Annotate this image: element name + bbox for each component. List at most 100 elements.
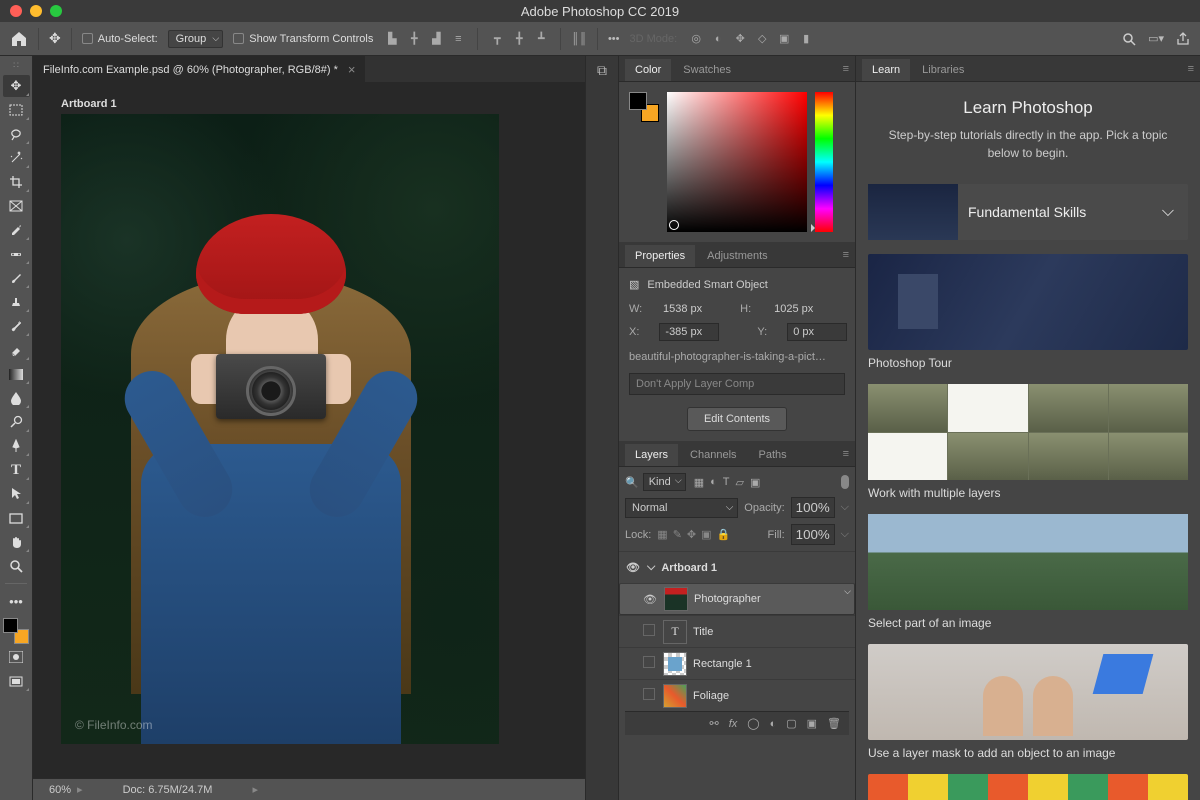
show-transform-checkbox[interactable]: Show Transform Controls <box>233 33 373 45</box>
opacity-input[interactable] <box>791 497 835 518</box>
tutorial-card-layers[interactable]: Work with multiple layers <box>868 384 1188 500</box>
panel-grip-icon[interactable]: ∷ <box>0 58 32 73</box>
layer-thumbnail[interactable]: T <box>663 620 687 644</box>
filter-toggle[interactable] <box>841 475 849 489</box>
layer-filter-kind[interactable]: Kind <box>643 473 686 491</box>
group-layers-icon[interactable]: ▢ <box>786 717 796 730</box>
close-tab-icon[interactable]: × <box>348 62 356 77</box>
pen-tool[interactable] <box>3 435 30 457</box>
visibility-icon[interactable] <box>641 688 657 703</box>
lock-paint-icon[interactable]: ✎ <box>673 528 682 541</box>
layer-thumbnail[interactable] <box>663 652 687 676</box>
lock-all-icon[interactable]: 🔒 <box>717 528 731 541</box>
tutorial-card-mask[interactable]: Use a layer mask to add an object to an … <box>868 644 1188 760</box>
home-icon[interactable] <box>10 30 28 48</box>
artboard-label[interactable]: Artboard 1 <box>61 98 557 110</box>
filter-adjustment-icon[interactable]: ◐ <box>710 476 717 489</box>
doc-size[interactable]: Doc: 6.75M/24.7M <box>123 784 213 796</box>
search-icon[interactable] <box>1122 32 1136 46</box>
move-tool[interactable]: ✥ <box>3 75 30 97</box>
filter-shape-icon[interactable]: ▱ <box>736 476 744 489</box>
document-tab[interactable]: FileInfo.com Example.psd @ 60% (Photogra… <box>33 56 365 82</box>
share-icon[interactable] <box>1176 32 1190 46</box>
blur-tool[interactable] <box>3 387 30 409</box>
layer-photographer[interactable]: 👁 Photographer <box>619 583 855 615</box>
clone-stamp-tool[interactable] <box>3 291 30 313</box>
zoom-value[interactable]: 60%▸ <box>49 783 83 796</box>
panel-menu-icon[interactable]: ≡ <box>843 448 849 460</box>
rectangle-tool[interactable] <box>3 507 30 529</box>
delete-layer-icon[interactable]: 🗑 <box>827 717 841 730</box>
move-tool-icon[interactable]: ✥ <box>49 30 61 47</box>
history-brush-tool[interactable] <box>3 315 30 337</box>
tab-swatches[interactable]: Swatches <box>673 59 741 81</box>
filter-type-icon[interactable]: T <box>723 476 730 489</box>
magic-wand-tool[interactable] <box>3 147 30 169</box>
edit-contents-button[interactable]: Edit Contents <box>687 407 787 431</box>
path-selection-tool[interactable] <box>3 483 30 505</box>
new-layer-icon[interactable]: ▣ <box>807 717 817 730</box>
crop-tool[interactable] <box>3 171 30 193</box>
auto-select-dropdown[interactable]: Group <box>168 30 224 48</box>
y-input[interactable] <box>787 323 847 341</box>
layer-style-icon[interactable]: fx <box>729 718 738 730</box>
more-options-icon[interactable]: ••• <box>608 33 620 45</box>
panel-menu-icon[interactable]: ≡ <box>1188 63 1194 75</box>
filter-pixel-icon[interactable]: ▦ <box>694 476 704 489</box>
align-middle-icon[interactable]: ╋ <box>510 30 528 48</box>
layer-comp-dropdown[interactable]: Don't Apply Layer Comp <box>629 373 845 395</box>
history-panel-icon[interactable]: ⧉ <box>597 62 607 800</box>
fill-input[interactable] <box>791 524 835 545</box>
color-swatch-pair[interactable] <box>629 92 659 122</box>
link-layers-icon[interactable]: ⚯ <box>709 717 718 730</box>
quick-mask-icon[interactable] <box>3 646 30 668</box>
status-flyout-icon[interactable]: ▸ <box>252 783 258 796</box>
panel-menu-icon[interactable]: ≡ <box>843 63 849 75</box>
tutorial-card-next[interactable] <box>868 774 1188 800</box>
align-top-icon[interactable]: ┳ <box>488 30 506 48</box>
auto-select-checkbox[interactable]: Auto-Select: <box>82 33 158 45</box>
align-bottom-icon[interactable]: ┻ <box>532 30 550 48</box>
tab-properties[interactable]: Properties <box>625 245 695 267</box>
visibility-icon[interactable]: 👁 <box>642 593 658 606</box>
align-left-icon[interactable]: ▙ <box>383 30 401 48</box>
zoom-tool[interactable] <box>3 555 30 577</box>
artboard[interactable]: © FileInfo.com <box>61 114 499 744</box>
brush-tool[interactable] <box>3 267 30 289</box>
tab-paths[interactable]: Paths <box>749 444 797 466</box>
blend-mode-dropdown[interactable]: Normal <box>625 498 738 518</box>
layer-title[interactable]: T Title <box>619 615 855 647</box>
tab-layers[interactable]: Layers <box>625 444 678 466</box>
tab-color[interactable]: Color <box>625 59 671 81</box>
layer-rectangle[interactable]: Rectangle 1 <box>619 647 855 679</box>
eraser-tool[interactable] <box>3 339 30 361</box>
adjustment-layer-icon[interactable]: ◐ <box>770 718 777 730</box>
hand-tool[interactable] <box>3 531 30 553</box>
layer-mask-icon[interactable]: ◯ <box>747 717 759 730</box>
healing-brush-tool[interactable] <box>3 243 30 265</box>
eyedropper-tool[interactable] <box>3 219 30 241</box>
x-input[interactable] <box>659 323 719 341</box>
fundamental-skills-row[interactable]: Fundamental Skills ⌵ <box>868 184 1188 240</box>
filter-smart-icon[interactable]: ▣ <box>750 476 760 489</box>
layer-artboard[interactable]: 👁 ⌵ Artboard 1 <box>619 551 855 583</box>
layer-search-icon[interactable]: 🔍 <box>625 476 639 489</box>
hue-slider[interactable] <box>815 92 833 232</box>
edit-toolbar-icon[interactable]: ••• <box>3 590 30 612</box>
type-tool[interactable]: T <box>3 459 30 481</box>
lasso-tool[interactable] <box>3 123 30 145</box>
foreground-background-colors[interactable] <box>3 618 29 644</box>
visibility-icon[interactable] <box>641 656 657 671</box>
lock-position-icon[interactable]: ✥ <box>687 528 696 541</box>
align-right-icon[interactable]: ▟ <box>427 30 445 48</box>
screen-mode-icon[interactable] <box>3 670 30 692</box>
arrange-documents-icon[interactable]: ▭▾ <box>1148 32 1164 45</box>
canvas[interactable]: Artboard 1 © FileInfo.com <box>33 82 585 778</box>
layer-thumbnail[interactable] <box>663 684 687 708</box>
fill-dropdown-icon[interactable]: ⌵ <box>841 528 849 541</box>
disclosure-icon[interactable]: ⌵ <box>647 561 655 574</box>
tab-learn[interactable]: Learn <box>862 59 910 81</box>
tutorial-card-select[interactable]: Select part of an image <box>868 514 1188 630</box>
align-center-h-icon[interactable]: ╋ <box>405 30 423 48</box>
layer-foliage[interactable]: Foliage <box>619 679 855 711</box>
